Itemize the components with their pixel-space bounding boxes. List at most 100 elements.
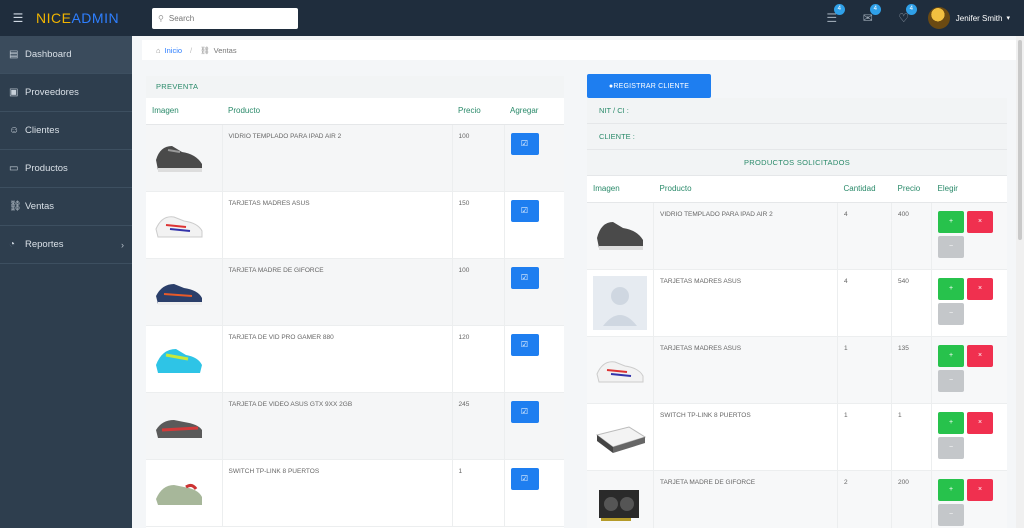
- product-price: 245: [452, 392, 505, 460]
- menu-toggle-icon[interactable]: ☰: [0, 11, 36, 25]
- column-header: Imagen: [146, 98, 222, 125]
- search-box[interactable]: ⚲: [152, 7, 298, 29]
- decrease-button[interactable]: −: [938, 503, 964, 526]
- table-row: TARJETA DE VID PRO GAMER 880 120 ☑: [146, 325, 564, 393]
- requested-products-table: Imagen Producto Cantidad Precio Elegir V…: [587, 176, 1007, 528]
- table-row: SWITCH TP-LINK 8 PUERTOS 1 ☑: [146, 459, 564, 527]
- user-dropdown-caret-icon[interactable]: ▾: [1006, 14, 1010, 22]
- sidebar-item-label: Ventas: [25, 201, 55, 212]
- truck-icon: ▣: [9, 87, 19, 98]
- sidebar: ▤ Dashboard ▣ Proveedores ☺ Clientes ▭ P…: [0, 36, 132, 528]
- product-image: [152, 133, 206, 183]
- breadcrumb-separator: /: [190, 45, 193, 55]
- column-header: Imagen: [587, 176, 654, 203]
- breadcrumb-home-link[interactable]: Inicio: [165, 46, 183, 55]
- table-row: VIDRIO TEMPLADO PARA IPAD AIR 2 100 ☑: [146, 124, 564, 192]
- add-product-button[interactable]: ☑: [510, 467, 539, 490]
- sidebar-item-label: Dashboard: [25, 49, 72, 60]
- register-client-label: REGISTRAR CLIENTE: [613, 82, 690, 90]
- increase-button[interactable]: +: [938, 344, 964, 367]
- notifications-icon[interactable]: ♡ 4: [886, 4, 922, 25]
- row-actions: + × −: [938, 411, 1001, 459]
- remove-button[interactable]: ×: [967, 411, 993, 434]
- product-image: [152, 334, 206, 384]
- decrease-button[interactable]: −: [938, 369, 964, 392]
- increase-button[interactable]: +: [938, 277, 964, 300]
- column-header: Precio: [891, 176, 932, 203]
- product-name: SWITCH TP-LINK 8 PUERTOS: [222, 459, 453, 527]
- product-price: 200: [891, 470, 932, 528]
- sidebar-item-dashboard[interactable]: ▤ Dashboard: [0, 36, 132, 74]
- column-header: Producto: [653, 176, 838, 203]
- chevron-right-icon: ›: [121, 239, 124, 250]
- increase-button[interactable]: +: [938, 210, 964, 233]
- sidebar-item-label: Reportes: [25, 239, 64, 250]
- increase-button[interactable]: +: [938, 478, 964, 501]
- product-name: TARJETA DE VIDEO ASUS GTX 9XX 2GB: [222, 392, 453, 460]
- increase-button[interactable]: +: [938, 411, 964, 434]
- messages-icon[interactable]: ✉ 4: [850, 4, 886, 25]
- sidebar-item-proveedores[interactable]: ▣ Proveedores: [0, 74, 132, 112]
- row-actions: + × −: [938, 478, 1001, 526]
- tasks-badge: 4: [833, 4, 845, 15]
- user-name[interactable]: Jenifer Smith: [956, 14, 1003, 23]
- product-image: [152, 401, 206, 451]
- decrease-button[interactable]: −: [938, 436, 964, 459]
- sidebar-item-clientes[interactable]: ☺ Clientes: [0, 112, 132, 150]
- logo[interactable]: NICEADMIN: [36, 10, 152, 26]
- product-name: TARJETA MADRE DE GIFORCE: [222, 258, 453, 326]
- product-image: [593, 275, 647, 330]
- product-image: [152, 200, 206, 250]
- sidebar-item-productos[interactable]: ▭ Productos: [0, 150, 132, 188]
- sidebar-item-label: Proveedores: [25, 87, 79, 98]
- nit-ci-field: NIT / CI :: [587, 98, 1007, 124]
- add-product-button[interactable]: ☑: [510, 333, 539, 356]
- row-actions: + × −: [938, 277, 1001, 325]
- sidebar-item-label: Clientes: [25, 125, 60, 136]
- product-price: 540: [891, 269, 932, 337]
- product-quantity: 4: [837, 202, 892, 270]
- column-header: Producto: [222, 98, 452, 125]
- decrease-button[interactable]: −: [938, 235, 964, 258]
- preventa-title: PREVENTA: [146, 76, 564, 98]
- sidebar-item-reportes[interactable]: ◔ Reportes ›: [0, 226, 132, 264]
- logo-nice: NICE: [36, 10, 72, 26]
- product-image: [593, 479, 647, 528]
- add-product-button[interactable]: ☑: [510, 266, 539, 289]
- tasks-icon[interactable]: ☰ 4: [814, 4, 850, 25]
- product-name: VIDRIO TEMPLADO PARA IPAD AIR 2: [653, 202, 838, 270]
- sidebar-item-ventas[interactable]: ⛓ Ventas: [0, 188, 132, 226]
- product-image: [152, 267, 206, 317]
- sidebar-item-label: Productos: [25, 163, 68, 174]
- product-quantity: 1: [837, 336, 892, 404]
- decrease-button[interactable]: −: [938, 302, 964, 325]
- product-quantity: 2: [837, 470, 892, 528]
- search-icon: ⚲: [158, 13, 164, 23]
- product-name: TARJETAS MADRES ASUS: [653, 269, 838, 337]
- top-navbar: ☰ NICEADMIN ⚲ ☰4 ✉4 ♡4 Jenifer Smith ▾: [0, 0, 1024, 36]
- product-name: SWITCH TP-LINK 8 PUERTOS: [653, 403, 838, 471]
- preventa-panel: PREVENTA Imagen Producto Precio Agregar …: [146, 76, 564, 528]
- register-client-button[interactable]: ● REGISTRAR CLIENTE: [587, 74, 711, 98]
- product-image: [593, 412, 647, 462]
- users-icon: ☺: [9, 125, 20, 136]
- add-product-button[interactable]: ☑: [510, 132, 539, 155]
- table-row: TARJETA DE VIDEO ASUS GTX 9XX 2GB 245 ☑: [146, 392, 564, 460]
- add-product-button[interactable]: ☑: [510, 199, 539, 222]
- table-row: TARJETAS MADRES ASUS 1 135 + × −: [587, 336, 1007, 404]
- page-scrollbar[interactable]: [1016, 36, 1024, 528]
- remove-button[interactable]: ×: [967, 344, 993, 367]
- column-header: Precio: [452, 98, 504, 125]
- product-price: 400: [891, 202, 932, 270]
- remove-button[interactable]: ×: [967, 277, 993, 300]
- column-header: Agregar: [504, 98, 564, 125]
- remove-button[interactable]: ×: [967, 478, 993, 501]
- product-image: [593, 211, 647, 261]
- avatar[interactable]: [927, 7, 950, 29]
- breadcrumb: ⌂ Inicio / ⛓ Ventas: [142, 40, 1018, 60]
- add-product-button[interactable]: ☑: [510, 400, 539, 423]
- scrollbar-thumb[interactable]: [1018, 40, 1022, 240]
- search-input[interactable]: [168, 13, 279, 23]
- remove-button[interactable]: ×: [967, 210, 993, 233]
- cart-icon: ⛓: [9, 201, 22, 212]
